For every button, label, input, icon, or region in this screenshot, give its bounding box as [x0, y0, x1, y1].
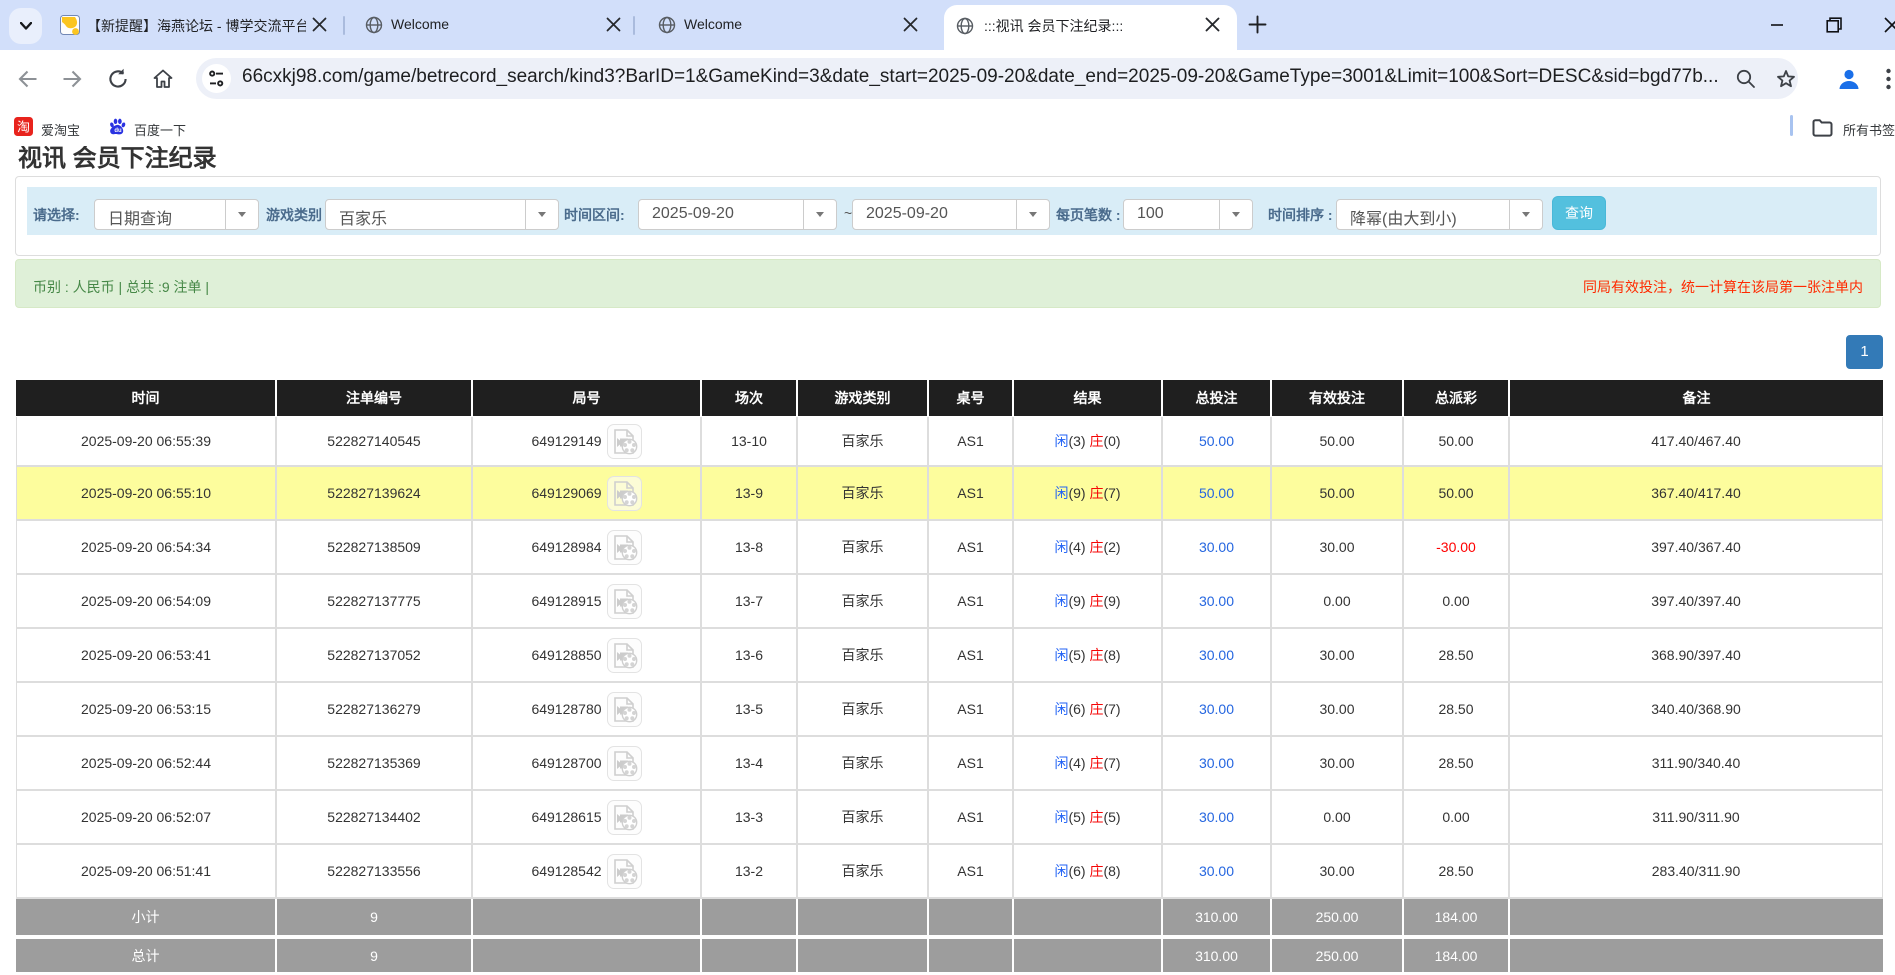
svg-text:淘: 淘	[17, 120, 30, 135]
svg-text:du: du	[114, 128, 122, 134]
